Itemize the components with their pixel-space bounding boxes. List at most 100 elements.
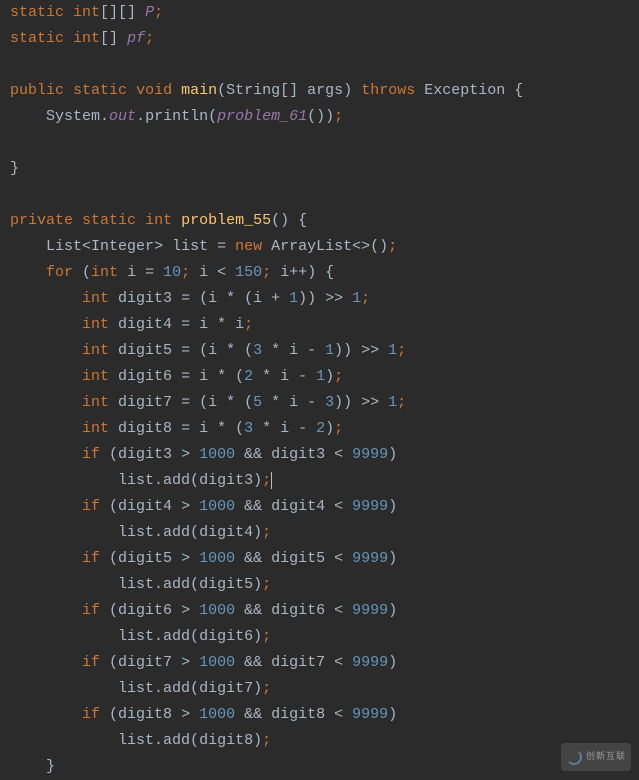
semi: ; xyxy=(397,394,406,411)
num: 1000 xyxy=(199,602,235,619)
kw-int: int xyxy=(82,290,109,307)
semi: ; xyxy=(145,30,154,47)
code-line: list.add(digit5); xyxy=(10,572,629,598)
type-list: List xyxy=(46,238,82,255)
kw-int: int xyxy=(82,316,109,333)
method-call: list.add xyxy=(118,628,190,645)
kw-int: int xyxy=(91,264,118,281)
watermark-text: 创新互联 xyxy=(586,744,626,770)
var: digit4 xyxy=(118,316,172,333)
op-and: && xyxy=(244,550,262,567)
kw-if: if xyxy=(82,602,100,619)
num: 150 xyxy=(235,264,262,281)
text-cursor xyxy=(271,472,272,489)
var: digit4 xyxy=(199,524,253,541)
code-line: if (digit3 > 1000 && digit3 < 9999) xyxy=(10,442,629,468)
semi: ; xyxy=(334,368,343,385)
method-call: list.add xyxy=(118,472,190,489)
code-line: int digit6 = i * (2 * i - 1); xyxy=(10,364,629,390)
code-line: if (digit4 > 1000 && digit4 < 9999) xyxy=(10,494,629,520)
semi: ; xyxy=(181,264,190,281)
var: digit3 xyxy=(118,446,172,463)
kw-private: private xyxy=(10,212,73,229)
code-line: list.add(digit6); xyxy=(10,624,629,650)
var: digit3 xyxy=(199,472,253,489)
kw-if: if xyxy=(82,550,100,567)
num: 5 xyxy=(253,394,262,411)
num: 1000 xyxy=(199,446,235,463)
num: 9999 xyxy=(352,550,388,567)
method-main: main xyxy=(181,82,217,99)
kw-if: if xyxy=(82,498,100,515)
blank-line xyxy=(10,130,629,156)
var: digit6 xyxy=(271,602,325,619)
method-call: println xyxy=(145,108,208,125)
var: digit5 xyxy=(271,550,325,567)
semi: ; xyxy=(262,732,271,749)
num: 9999 xyxy=(352,446,388,463)
num: 1000 xyxy=(199,498,235,515)
num: 1 xyxy=(325,342,334,359)
kw-int: int xyxy=(73,30,100,47)
var: digit7 xyxy=(118,654,172,671)
kw-new: new xyxy=(235,238,262,255)
kw-static: static xyxy=(10,4,64,21)
num: 1 xyxy=(316,368,325,385)
op-and: && xyxy=(244,498,262,515)
code-line: for (int i = 10; i < 150; i++) { xyxy=(10,260,629,286)
num: 1 xyxy=(388,394,397,411)
kw-static: static xyxy=(10,30,64,47)
type-exception: Exception xyxy=(424,82,505,99)
code-line: list.add(digit3); xyxy=(10,468,629,494)
num: 1 xyxy=(289,290,298,307)
field-out: out xyxy=(109,108,136,125)
kw-int: int xyxy=(145,212,172,229)
kw-void: void xyxy=(136,82,172,99)
semi: ; xyxy=(262,628,271,645)
method-call: problem_61 xyxy=(217,108,307,125)
brackets: [][] xyxy=(100,4,136,21)
code-line: if (digit7 > 1000 && digit7 < 9999) xyxy=(10,650,629,676)
param-args: args xyxy=(307,82,343,99)
num: 1 xyxy=(388,342,397,359)
num: 2 xyxy=(244,368,253,385)
var: digit8 xyxy=(271,706,325,723)
var-list: list xyxy=(172,238,208,255)
code-line: private static int problem_55() { xyxy=(10,208,629,234)
kw-if: if xyxy=(82,654,100,671)
op-and: && xyxy=(244,602,262,619)
semi: ; xyxy=(154,4,163,21)
kw-int: int xyxy=(82,420,109,437)
code-line: int digit8 = i * (3 * i - 2); xyxy=(10,416,629,442)
num: 2 xyxy=(316,420,325,437)
kw-int: int xyxy=(73,4,100,21)
var: digit4 xyxy=(271,498,325,515)
kw-static: static xyxy=(82,212,136,229)
method-call: list.add xyxy=(118,524,190,541)
code-line: static int[][] P; xyxy=(10,0,629,26)
code-line: if (digit6 > 1000 && digit6 < 9999) xyxy=(10,598,629,624)
num: 10 xyxy=(163,264,181,281)
code-line: } xyxy=(10,156,629,182)
num: 9999 xyxy=(352,498,388,515)
brackets: [] xyxy=(280,82,298,99)
num: 1000 xyxy=(199,654,235,671)
var: digit5 xyxy=(118,550,172,567)
var: digit5 xyxy=(199,576,253,593)
var: digit6 xyxy=(118,602,172,619)
method-call: list.add xyxy=(118,680,190,697)
var: digit8 xyxy=(199,732,253,749)
field-pf: pf xyxy=(127,30,145,47)
field-P: P xyxy=(145,4,154,21)
num: 1000 xyxy=(199,706,235,723)
brackets: [] xyxy=(100,30,118,47)
method-call: list.add xyxy=(118,576,190,593)
code-line: list.add(digit7); xyxy=(10,676,629,702)
code-line: int digit7 = (i * (5 * i - 3)) >> 1; xyxy=(10,390,629,416)
op-and: && xyxy=(244,706,262,723)
num: 3 xyxy=(253,342,262,359)
code-line: static int[] pf; xyxy=(10,26,629,52)
num: 9999 xyxy=(352,654,388,671)
code-line: public static void main(String[] args) t… xyxy=(10,78,629,104)
var: digit8 xyxy=(118,420,172,437)
